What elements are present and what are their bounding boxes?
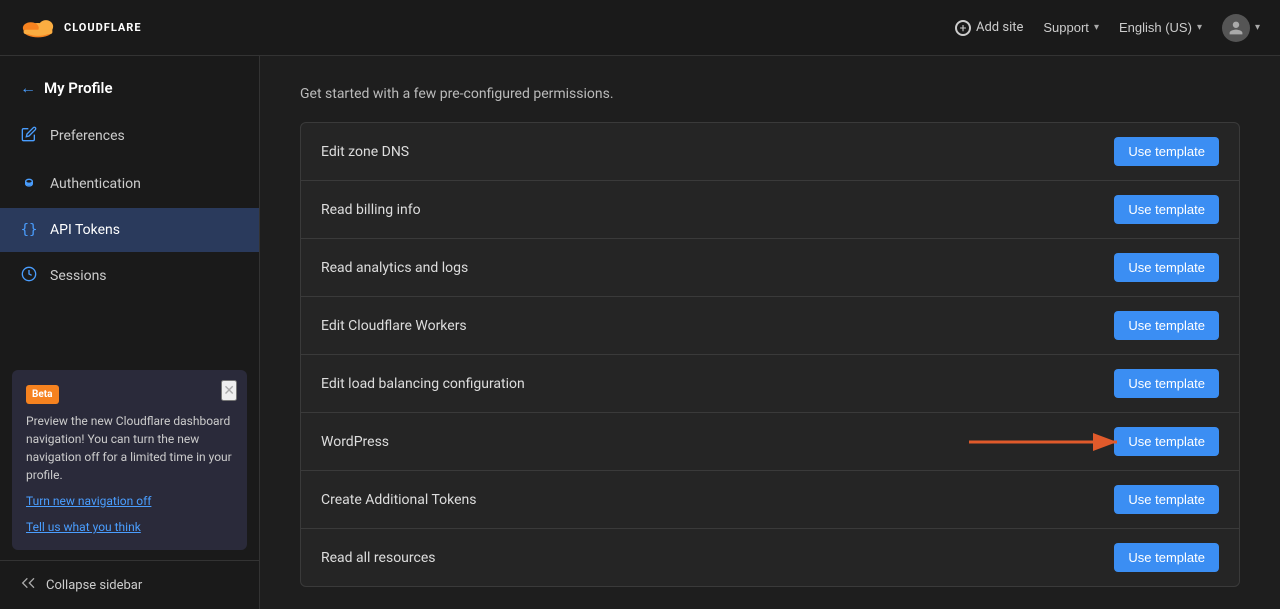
tell-us-link[interactable]: Tell us what you think xyxy=(26,518,233,536)
beta-badge: Beta xyxy=(26,385,59,404)
topnav-right: + Add site Support ▾ English (US) ▾ ▾ xyxy=(955,14,1260,42)
content-area: Get started with a few pre-configured pe… xyxy=(260,56,1280,609)
top-nav: CLOUDFLARE + Add site Support ▾ English … xyxy=(0,0,1280,56)
back-arrow-icon: ← xyxy=(20,78,36,98)
logo[interactable]: CLOUDFLARE xyxy=(20,10,142,46)
sidebar-item-api-tokens[interactable]: {} API Tokens xyxy=(0,208,259,252)
collapse-label: Collapse sidebar xyxy=(46,578,142,593)
template-name-read-billing-info: Read billing info xyxy=(321,202,421,218)
annotation-arrow-icon xyxy=(969,427,1129,457)
user-chevron-icon: ▾ xyxy=(1255,22,1260,33)
content-intro: Get started with a few pre-configured pe… xyxy=(300,86,1240,102)
main-layout: ← My Profile Preferences Authentication … xyxy=(0,56,1280,609)
use-template-button-edit-load-balancing[interactable]: Use template xyxy=(1114,369,1219,398)
language-button[interactable]: English (US) ▾ xyxy=(1119,20,1202,35)
user-avatar xyxy=(1222,14,1250,42)
language-label: English (US) xyxy=(1119,20,1192,35)
support-button[interactable]: Support ▾ xyxy=(1043,20,1099,35)
user-menu-button[interactable]: ▾ xyxy=(1222,14,1260,42)
template-name-edit-zone-dns: Edit zone DNS xyxy=(321,144,409,160)
template-row-read-billing-info: Read billing info Use template xyxy=(301,181,1239,239)
turn-off-navigation-link[interactable]: Turn new navigation off xyxy=(26,492,233,510)
template-row-read-analytics-logs: Read analytics and logs Use template xyxy=(301,239,1239,297)
template-name-wordpress: WordPress xyxy=(321,434,389,450)
sessions-label: Sessions xyxy=(50,268,107,284)
use-template-button-read-billing-info[interactable]: Use template xyxy=(1114,195,1219,224)
template-name-create-additional-tokens: Create Additional Tokens xyxy=(321,492,477,508)
template-row-edit-load-balancing: Edit load balancing configuration Use te… xyxy=(301,355,1239,413)
collapse-icon xyxy=(20,575,36,595)
use-template-button-edit-cloudflare-workers[interactable]: Use template xyxy=(1114,311,1219,340)
sidebar-item-preferences[interactable]: Preferences xyxy=(0,112,259,160)
template-row-read-all-resources: Read all resources Use template xyxy=(301,529,1239,586)
template-row-create-additional-tokens: Create Additional Tokens Use template xyxy=(301,471,1239,529)
use-template-button-read-analytics-logs[interactable]: Use template xyxy=(1114,253,1219,282)
sidebar-back-label: My Profile xyxy=(44,79,113,97)
template-name-read-analytics-logs: Read analytics and logs xyxy=(321,260,468,276)
sidebar: ← My Profile Preferences Authentication … xyxy=(0,56,260,609)
beta-card: Beta ✕ Preview the new Cloudflare dashbo… xyxy=(12,370,247,550)
use-template-button-edit-zone-dns[interactable]: Use template xyxy=(1114,137,1219,166)
sessions-icon xyxy=(20,266,38,286)
template-table: Edit zone DNS Use template Read billing … xyxy=(300,122,1240,587)
authentication-icon xyxy=(20,174,38,194)
use-template-button-read-all-resources[interactable]: Use template xyxy=(1114,543,1219,572)
add-site-button[interactable]: + Add site xyxy=(955,20,1023,36)
sidebar-back-button[interactable]: ← My Profile xyxy=(0,64,259,112)
beta-card-text: Preview the new Cloudflare dashboard nav… xyxy=(26,412,233,484)
use-template-button-create-additional-tokens[interactable]: Use template xyxy=(1114,485,1219,514)
preferences-icon xyxy=(20,126,38,146)
add-site-label: Add site xyxy=(976,20,1023,35)
template-name-read-all-resources: Read all resources xyxy=(321,550,436,566)
support-chevron-icon: ▾ xyxy=(1094,22,1099,33)
template-name-edit-load-balancing: Edit load balancing configuration xyxy=(321,376,525,392)
preferences-label: Preferences xyxy=(50,128,125,144)
template-row-edit-zone-dns: Edit zone DNS Use template xyxy=(301,123,1239,181)
template-name-edit-cloudflare-workers: Edit Cloudflare Workers xyxy=(321,318,467,334)
beta-close-button[interactable]: ✕ xyxy=(221,380,237,401)
logo-text: CLOUDFLARE xyxy=(64,21,142,34)
sidebar-nav: ← My Profile Preferences Authentication … xyxy=(0,56,259,360)
template-row-wordpress: WordPress Use template xyxy=(301,413,1239,471)
use-template-button-wordpress[interactable]: Use template xyxy=(1114,427,1219,456)
language-chevron-icon: ▾ xyxy=(1197,22,1202,33)
plus-icon: + xyxy=(955,20,971,36)
api-tokens-label: API Tokens xyxy=(50,222,120,238)
sidebar-item-authentication[interactable]: Authentication xyxy=(0,160,259,208)
sidebar-item-sessions[interactable]: Sessions xyxy=(0,252,259,300)
support-label: Support xyxy=(1043,20,1089,35)
api-tokens-icon: {} xyxy=(20,222,38,238)
authentication-label: Authentication xyxy=(50,176,141,192)
template-row-edit-cloudflare-workers: Edit Cloudflare Workers Use template xyxy=(301,297,1239,355)
collapse-sidebar-button[interactable]: Collapse sidebar xyxy=(0,560,259,609)
